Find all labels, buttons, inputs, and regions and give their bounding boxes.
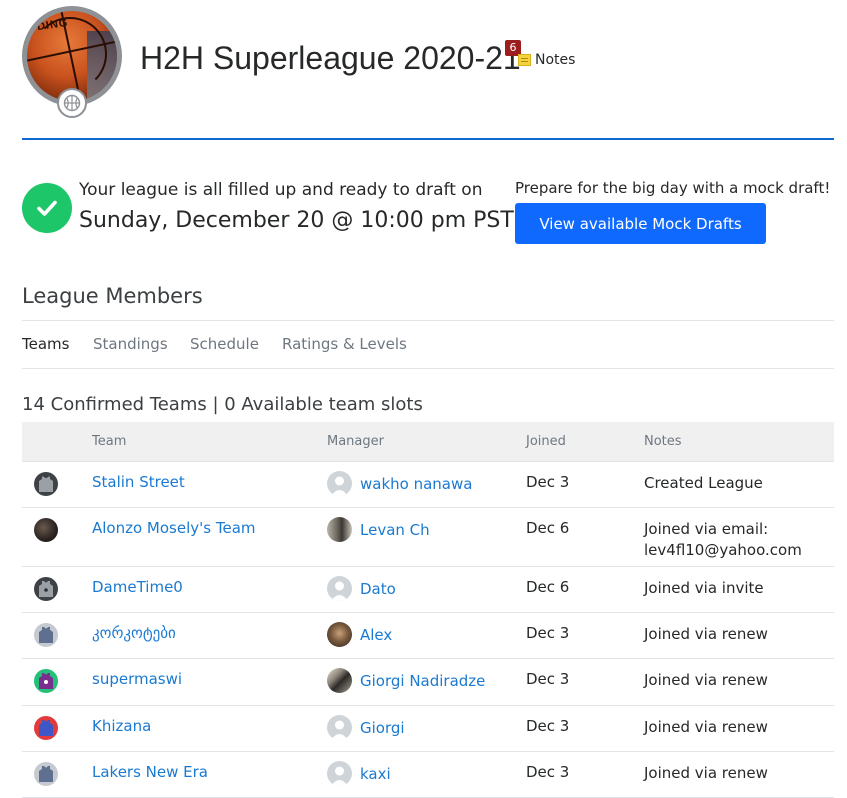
team-link[interactable]: კორკოტები (92, 624, 176, 642)
joined-date: Dec 3 (526, 670, 570, 688)
team-link[interactable]: Alonzo Mosely's Team (92, 519, 256, 537)
team-link[interactable]: DameTime0 (92, 578, 183, 596)
view-mock-drafts-button[interactable]: View available Mock Drafts (515, 203, 766, 244)
jersey-icon (34, 623, 58, 647)
header-joined: Joined (526, 434, 566, 449)
join-note-line1: Joined via email: (644, 520, 769, 538)
join-note: Joined via renew (644, 764, 768, 782)
team-link[interactable]: supermaswi (92, 670, 182, 688)
join-note: Joined via renew (644, 671, 768, 689)
league-members-title: League Members (22, 284, 203, 308)
team-count-summary: 14 Confirmed Teams | 0 Available team sl… (22, 394, 423, 415)
joined-date: Dec 6 (526, 519, 570, 537)
join-note: Joined via email: lev4fl10@yahoo.com (644, 519, 802, 561)
user-avatar-icon (327, 471, 352, 496)
manager-link[interactable]: kaxi (360, 765, 391, 783)
basketball-icon (57, 88, 87, 118)
tab-standings[interactable]: Standings (93, 335, 168, 353)
header-manager: Manager (327, 434, 384, 449)
join-note: Joined via renew (644, 625, 768, 643)
manager-link[interactable]: Levan Ch (360, 521, 430, 539)
joined-date: Dec 3 (526, 763, 570, 781)
user-avatar-icon (327, 576, 352, 601)
joined-date: Dec 6 (526, 578, 570, 596)
league-title: H2H Superleague 2020-21 (140, 40, 521, 76)
manager-link[interactable]: Dato (360, 580, 396, 598)
table-row: supermaswi Giorgi Nadiradze Dec 3 Joined… (22, 659, 834, 706)
table-row: Stalin Street wakho nanawa Dec 3 Created… (22, 462, 834, 508)
joined-date: Dec 3 (526, 717, 570, 735)
manager-link[interactable]: Giorgi (360, 719, 405, 737)
notes-link[interactable]: Notes (518, 52, 575, 68)
draft-status-text: Your league is all filled up and ready t… (79, 180, 483, 200)
join-note: Joined via invite (644, 579, 764, 597)
manager-photo-icon (327, 517, 352, 542)
header-notes: Notes (644, 434, 682, 449)
team-link[interactable]: Lakers New Era (92, 763, 208, 781)
tab-ratings-levels[interactable]: Ratings & Levels (282, 335, 407, 353)
table-row: DameTime0 Dato Dec 6 Joined via invite (22, 567, 834, 613)
checkmark-icon (22, 183, 72, 233)
manager-link[interactable]: Alex (360, 626, 392, 644)
user-avatar-icon (327, 715, 352, 740)
user-avatar-icon (327, 761, 352, 786)
mock-draft-prompt: Prepare for the big day with a mock draf… (515, 179, 831, 197)
jersey-icon (34, 762, 58, 786)
team-link[interactable]: Khizana (92, 717, 151, 735)
table-row: კორკოტები Alex Dec 3 Joined via renew (22, 613, 834, 659)
jersey-icon (34, 577, 58, 601)
members-subnav: Teams Standings Schedule Ratings & Level… (22, 320, 834, 369)
jersey-icon (34, 669, 58, 693)
join-note-email: lev4fl10@yahoo.com (644, 541, 802, 559)
sticky-note-icon (518, 54, 531, 66)
jersey-icon (34, 716, 58, 740)
header-team: Team (92, 434, 127, 449)
tab-schedule[interactable]: Schedule (190, 335, 259, 353)
teams-table: Team Manager Joined Notes Stalin Street … (22, 422, 834, 798)
jersey-icon (34, 472, 58, 496)
notes-label: Notes (535, 52, 576, 68)
manager-link[interactable]: Giorgi Nadiradze (360, 672, 485, 690)
joined-date: Dec 3 (526, 473, 570, 491)
join-note: Joined via renew (644, 718, 768, 736)
draft-date-text: Sunday, December 20 @ 10:00 pm PST (79, 208, 514, 233)
manager-photo-icon (327, 668, 352, 693)
join-note: Created League (644, 474, 763, 492)
table-row: Lakers New Era kaxi Dec 3 Joined via ren… (22, 752, 834, 798)
joined-date: Dec 3 (526, 624, 570, 642)
team-photo-icon (34, 518, 58, 542)
manager-photo-icon (327, 622, 352, 647)
tab-teams[interactable]: Teams (22, 335, 69, 353)
team-link[interactable]: Stalin Street (92, 473, 185, 491)
manager-link[interactable]: wakho nanawa (360, 475, 472, 493)
table-row: Alonzo Mosely's Team Levan Ch Dec 6 Join… (22, 508, 834, 567)
league-header: DING H2H Superleague 2020-21 6 Notes (22, 6, 834, 140)
table-header: Team Manager Joined Notes (22, 422, 834, 462)
table-row: Khizana Giorgi Dec 3 Joined via renew (22, 706, 834, 752)
